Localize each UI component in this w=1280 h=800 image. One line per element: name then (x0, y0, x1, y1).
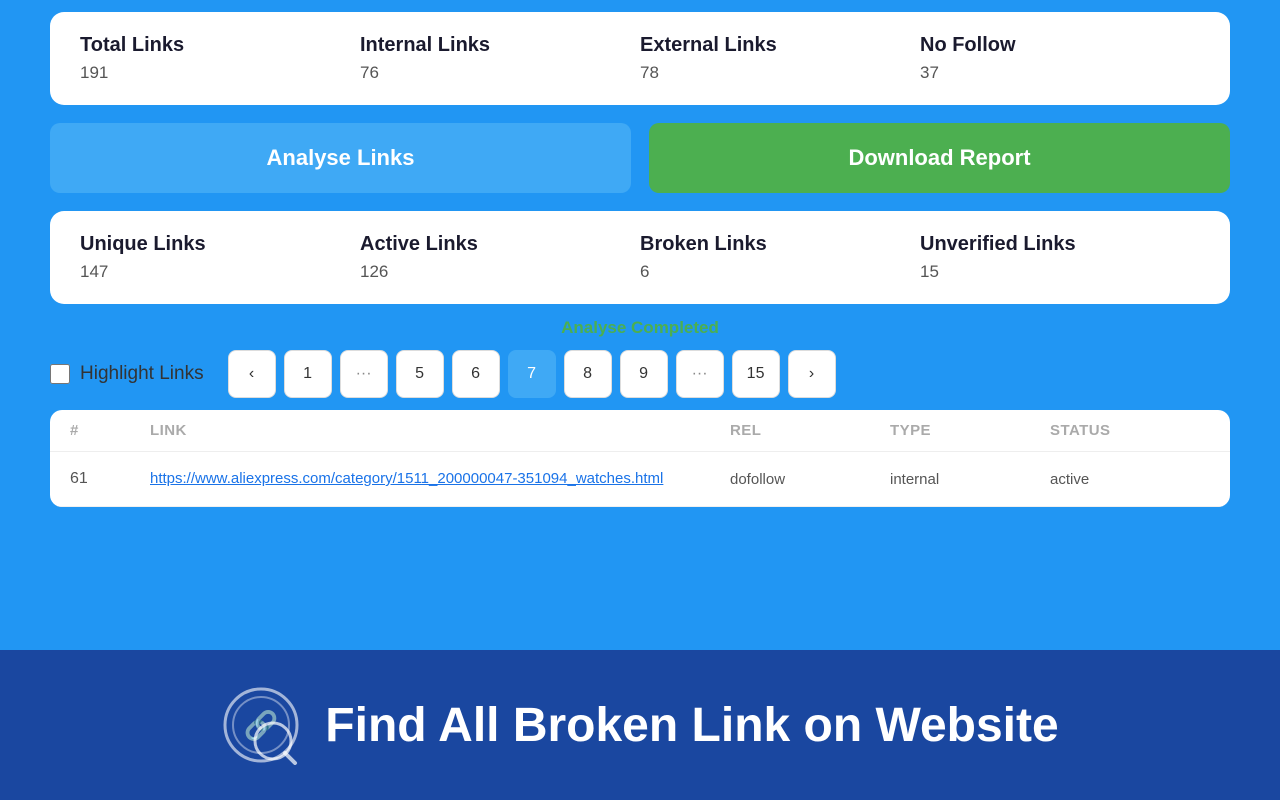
page-8-button[interactable]: 8 (564, 350, 612, 398)
col-status-header: Status (1050, 422, 1210, 439)
row-num: 61 (70, 470, 150, 488)
nofollow-stat: No Follow 37 (920, 34, 1200, 83)
external-links-value: 78 (640, 63, 920, 83)
total-links-label: Total Links (80, 34, 360, 57)
nofollow-value: 37 (920, 63, 1200, 83)
unverified-links-label: Unverified Links (920, 233, 1200, 256)
svg-text:🔗: 🔗 (244, 708, 279, 742)
buttons-row: Analyse Links Download Report (50, 123, 1230, 193)
highlight-links-label: Highlight Links (80, 363, 204, 385)
broken-links-value: 6 (640, 262, 920, 282)
row-rel: dofollow (730, 471, 890, 488)
table-header: # Link Rel Type Status (50, 410, 1230, 452)
page-prev-button[interactable]: ‹ (228, 350, 276, 398)
active-links-value: 126 (360, 262, 640, 282)
link-url[interactable]: https://www.aliexpress.com/category/1511… (150, 470, 663, 487)
stats-card-2: Unique Links 147 Active Links 126 Broken… (50, 211, 1230, 304)
row-type: internal (890, 471, 1050, 488)
stats-card-1: Total Links 191 Internal Links 76 Extern… (50, 12, 1230, 105)
links-table: # Link Rel Type Status 61 https://www.al… (50, 410, 1230, 507)
broken-links-stat: Broken Links 6 (640, 233, 920, 282)
broken-link-icon: 🔗 (221, 685, 301, 765)
active-links-stat: Active Links 126 (360, 233, 640, 282)
col-num-header: # (70, 422, 150, 439)
col-link-header: Link (150, 422, 730, 439)
page-dots-2[interactable]: ··· (676, 350, 724, 398)
unique-links-value: 147 (80, 262, 360, 282)
col-rel-header: Rel (730, 422, 890, 439)
total-links-stat: Total Links 191 (80, 34, 360, 83)
banner-text: Find All Broken Link on Website (325, 698, 1058, 753)
table-row: 61 https://www.aliexpress.com/category/1… (50, 452, 1230, 507)
analyse-links-button[interactable]: Analyse Links (50, 123, 631, 193)
highlight-links-container: Highlight Links (50, 363, 204, 385)
internal-links-value: 76 (360, 63, 640, 83)
external-links-label: External Links (640, 34, 920, 57)
page-5-button[interactable]: 5 (396, 350, 444, 398)
active-links-label: Active Links (360, 233, 640, 256)
page-next-button[interactable]: › (788, 350, 836, 398)
download-report-button[interactable]: Download Report (649, 123, 1230, 193)
page-6-button[interactable]: 6 (452, 350, 500, 398)
bottom-banner: 🔗 Find All Broken Link on Website (0, 650, 1280, 800)
internal-links-label: Internal Links (360, 34, 640, 57)
unique-links-label: Unique Links (80, 233, 360, 256)
unverified-links-stat: Unverified Links 15 (920, 233, 1200, 282)
external-links-stat: External Links 78 (640, 34, 920, 83)
col-type-header: Type (890, 422, 1050, 439)
broken-links-label: Broken Links (640, 233, 920, 256)
row-status: active (1050, 471, 1210, 488)
unique-links-stat: Unique Links 147 (80, 233, 360, 282)
page-15-button[interactable]: 15 (732, 350, 780, 398)
page-1-button[interactable]: 1 (284, 350, 332, 398)
highlight-links-checkbox[interactable] (50, 364, 70, 384)
nofollow-label: No Follow (920, 34, 1200, 57)
row-link[interactable]: https://www.aliexpress.com/category/1511… (150, 470, 730, 488)
pagination-row: Highlight Links ‹ 1 ··· 5 6 7 8 9 ··· 15… (50, 350, 1230, 398)
internal-links-stat: Internal Links 76 (360, 34, 640, 83)
page-9-button[interactable]: 9 (620, 350, 668, 398)
page-dots-1[interactable]: ··· (340, 350, 388, 398)
page-7-button[interactable]: 7 (508, 350, 556, 398)
unverified-links-value: 15 (920, 262, 1200, 282)
analyse-completed-status: Analyse Completed (50, 318, 1230, 338)
total-links-value: 191 (80, 63, 360, 83)
